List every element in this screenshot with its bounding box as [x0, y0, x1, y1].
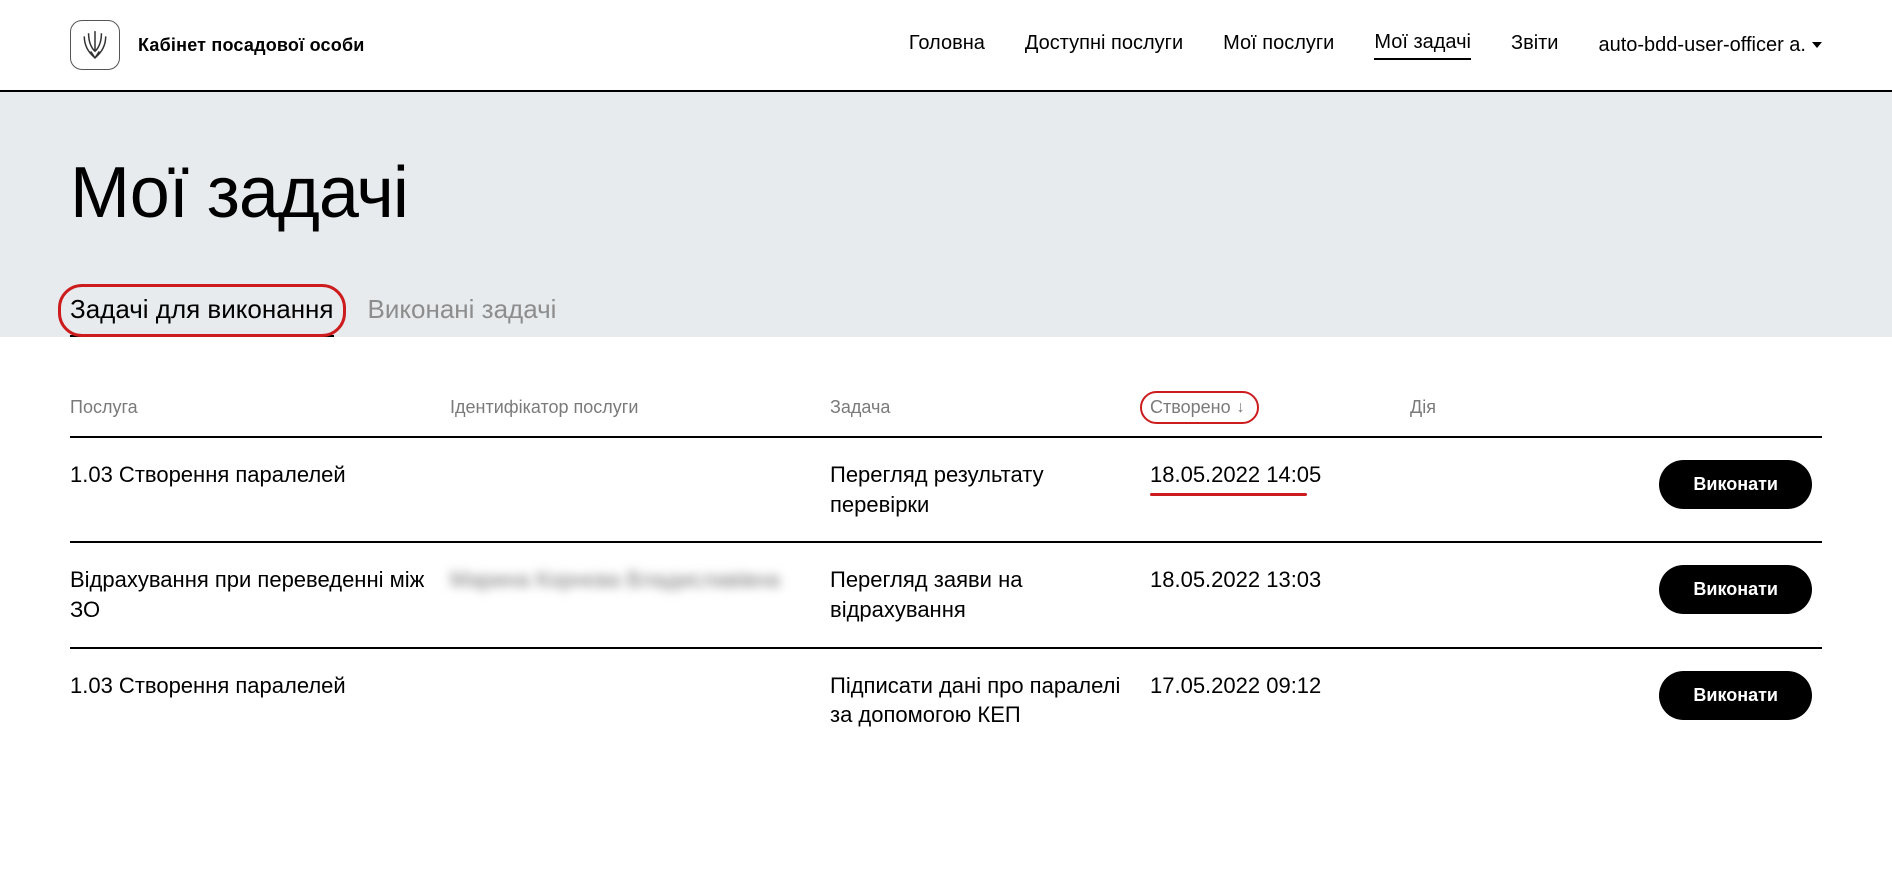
app-title: Кабінет посадової особи: [138, 35, 365, 56]
th-identifier: Ідентифікатор послуги: [450, 397, 830, 418]
tab-todo[interactable]: Задачі для виконання: [70, 294, 334, 337]
nav-my-services[interactable]: Мої послуги: [1223, 32, 1334, 59]
cell-service: Відрахування при переведенні між ЗО: [70, 565, 450, 624]
cell-created-wrap: 17.05.2022 09:12: [1150, 671, 1370, 701]
user-menu[interactable]: auto-bdd-user-officer а.: [1598, 34, 1822, 57]
header-left: Кабінет посадової особи: [70, 20, 365, 70]
nav-reports[interactable]: Звіти: [1511, 32, 1558, 59]
chevron-down-icon: [1812, 42, 1822, 48]
execute-button[interactable]: Виконати: [1659, 460, 1812, 509]
highlight-annotation-created: [1150, 493, 1307, 496]
cell-action: Виконати: [1370, 671, 1822, 720]
cell-task: Перегляд результату перевірки: [830, 460, 1150, 519]
cell-action: Виконати: [1370, 565, 1822, 614]
cell-created-wrap: 18.05.2022 13:03: [1150, 565, 1370, 595]
app-header: Кабінет посадової особи Головна Доступні…: [0, 0, 1892, 92]
cell-created: 18.05.2022 13:03: [1150, 565, 1321, 595]
th-task: Задача: [830, 397, 1150, 418]
tab-todo-label: Задачі для виконання: [70, 294, 334, 324]
table-row: Відрахування при переведенні між ЗОМарин…: [70, 543, 1822, 648]
table-row: 1.03 Створення паралелей Перегляд результ…: [70, 438, 1822, 543]
main-nav: Головна Доступні послуги Мої послуги Мої…: [909, 31, 1822, 60]
tabs: Задачі для виконання Виконані задачі: [70, 294, 1822, 337]
cell-action: Виконати: [1370, 460, 1822, 509]
table-row: 1.03 Створення паралелей Підписати дані п…: [70, 649, 1822, 752]
user-name: auto-bdd-user-officer а.: [1598, 34, 1806, 57]
cell-created: 17.05.2022 09:12: [1150, 671, 1321, 701]
cell-service: 1.03 Створення паралелей: [70, 671, 450, 701]
th-created-sort[interactable]: Створено ↓: [1150, 397, 1245, 418]
th-action: Дія: [1370, 397, 1822, 418]
cell-identifier: Марина Корнєва Владиславівна: [450, 565, 830, 595]
content: Послуга Ідентифікатор послуги Задача Ств…: [0, 337, 1892, 782]
cell-created-wrap: 18.05.2022 14:05: [1150, 460, 1370, 490]
cell-created: 18.05.2022 14:05: [1150, 460, 1321, 490]
hero-section: Мої задачі Задачі для виконання Виконані…: [0, 92, 1892, 337]
th-service: Послуга: [70, 397, 450, 418]
cell-service: 1.03 Створення паралелей: [70, 460, 450, 490]
th-created[interactable]: Створено ↓: [1150, 397, 1370, 418]
tab-done[interactable]: Виконані задачі: [368, 294, 557, 337]
trident-icon: [82, 30, 108, 60]
arrow-down-icon: ↓: [1237, 399, 1245, 417]
execute-button[interactable]: Виконати: [1659, 565, 1812, 614]
execute-button[interactable]: Виконати: [1659, 671, 1812, 720]
nav-my-tasks[interactable]: Мої задачі: [1374, 31, 1471, 60]
cell-task: Підписати дані про паралелі за допомогою…: [830, 671, 1150, 730]
nav-home[interactable]: Головна: [909, 32, 985, 59]
tasks-table: Послуга Ідентифікатор послуги Задача Ств…: [70, 397, 1822, 752]
trident-logo: [70, 20, 120, 70]
table-body: 1.03 Створення паралелей Перегляд результ…: [70, 438, 1822, 752]
cell-task: Перегляд заяви на відрахування: [830, 565, 1150, 624]
page-title: Мої задачі: [70, 152, 1822, 234]
nav-services[interactable]: Доступні послуги: [1025, 32, 1183, 59]
th-created-label: Створено: [1150, 397, 1231, 418]
table-header-row: Послуга Ідентифікатор послуги Задача Ств…: [70, 397, 1822, 438]
